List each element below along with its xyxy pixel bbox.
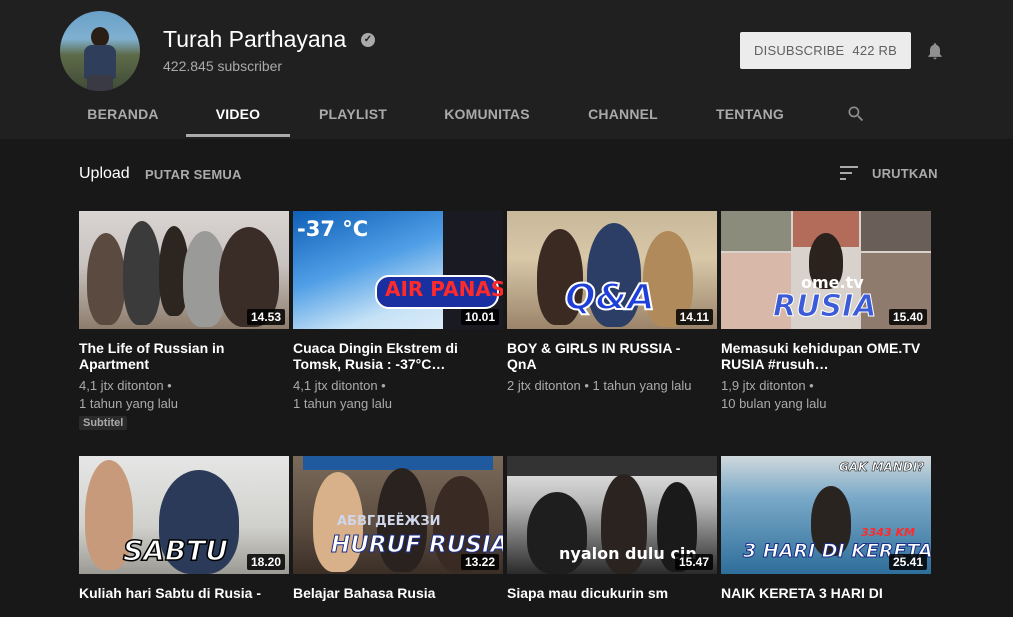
thumbnail-caption: SABTU [122, 533, 229, 568]
unsubscribe-button[interactable]: DISUBSCRIBE 422 RB [740, 32, 911, 69]
video-duration: 14.53 [246, 309, 285, 325]
video-thumbnail[interactable]: GAK MANDI? 3343 KM 3 HARI DI KERETA 25.4… [721, 456, 931, 574]
tab-tentang[interactable]: TENTANG [708, 96, 792, 139]
section-title-upload: Upload [79, 165, 130, 182]
subtitle-badge: Subtitel [79, 416, 128, 430]
video-card[interactable]: SABTU 18.20 Kuliah hari Sabtu di Rusia - [79, 456, 289, 617]
video-thumbnail[interactable]: nyalon dulu cin 15.47 [507, 456, 717, 574]
video-card[interactable]: ome.tv RUSIA 15.40 Memasuki kehidupan OM… [721, 211, 931, 413]
video-card[interactable]: GAK MANDI? 3343 KM 3 HARI DI KERETA 25.4… [721, 456, 931, 617]
tab-beranda[interactable]: BERANDA [79, 96, 167, 139]
video-age: 1 tahun yang lalu [293, 396, 393, 411]
video-age: 10 bulan yang lalu [721, 396, 827, 411]
video-thumbnail[interactable]: ome.tv RUSIA 15.40 [721, 211, 931, 329]
avatar-legs [87, 75, 113, 91]
video-duration: 25.41 [888, 554, 927, 570]
video-duration: 15.47 [674, 554, 713, 570]
video-views: 4,1 jtx ditonton • [79, 378, 172, 393]
video-duration: 18.20 [246, 554, 285, 570]
thumbnail-caption-distance: 3343 KM [861, 526, 915, 539]
thumbnail-caption: RUSIA [772, 289, 877, 325]
unsubscribe-label: DISUBSCRIBE [754, 43, 845, 58]
video-card[interactable]: АБВГДЕЁЖЗИ HURUF RUSIA 13.22 Belajar Bah… [293, 456, 503, 617]
video-thumbnail[interactable]: SABTU 18.20 [79, 456, 289, 574]
play-all-button[interactable]: PUTAR SEMUA [145, 167, 242, 182]
video-duration: 10.01 [460, 309, 499, 325]
video-views: 4,1 jtx ditonton • [293, 378, 386, 393]
sort-label: URUTKAN [872, 165, 938, 181]
unsubscribe-count: 422 RB [852, 43, 897, 58]
video-thumbnail[interactable]: АБВГДЕЁЖЗИ HURUF RUSIA 13.22 [293, 456, 503, 574]
video-views: 2 jtx ditonton • 1 tahun yang lalu [507, 378, 692, 393]
video-thumbnail[interactable]: -37 °C AIR PANAS 10.01 [293, 211, 503, 329]
thumbnail-caption-top: GAK MANDI? [839, 460, 925, 475]
thumbnail-caption-top: -37 °C [297, 217, 369, 241]
video-card[interactable]: Q&A 14.11 BOY & GIRLS IN RUSSIA - QnA 2 … [507, 211, 717, 395]
video-age: 1 tahun yang lalu [79, 396, 179, 411]
sort-button[interactable]: URUTKAN [840, 165, 938, 181]
video-duration: 14.11 [675, 309, 713, 325]
video-duration: 15.40 [888, 309, 927, 325]
channel-name: Turah Parthayana [163, 26, 347, 52]
tab-channel[interactable]: CHANNEL [579, 96, 667, 139]
video-card[interactable]: 14.53 The Life of Russian in Apartment 4… [79, 211, 289, 431]
tab-video[interactable]: VIDEO [186, 96, 290, 139]
video-thumbnail[interactable]: 14.53 [79, 211, 289, 329]
bell-icon[interactable] [925, 40, 945, 62]
channel-header: Turah Parthayana ✓ 422.845 subscriber DI… [0, 0, 1013, 139]
thumbnail-caption-top: АБВГДЕЁЖЗИ [337, 514, 441, 529]
video-thumbnail[interactable]: Q&A 14.11 [507, 211, 717, 329]
video-title[interactable]: BOY & GIRLS IN RUSSIA - QnA [507, 340, 712, 372]
tab-komunitas[interactable]: KOMUNITAS [436, 96, 538, 139]
video-duration: 13.22 [460, 554, 499, 570]
video-title[interactable]: Cuaca Dingin Ekstrem di Tomsk, Rusia : -… [293, 340, 498, 372]
video-title[interactable]: Kuliah hari Sabtu di Rusia - [79, 585, 284, 617]
video-title[interactable]: Belajar Bahasa Rusia [293, 585, 498, 617]
video-title[interactable]: Siapa mau dicukurin sm [507, 585, 712, 617]
video-title[interactable]: NAIK KERETA 3 HARI DI [721, 585, 926, 617]
video-title[interactable]: Memasuki kehidupan OME.TV RUSIA #rusuh… [721, 340, 926, 372]
thumbnail-caption: Q&A [564, 276, 656, 319]
avatar-head [91, 27, 109, 47]
verified-icon: ✓ [361, 33, 375, 47]
subscriber-count: 422.845 subscriber [163, 58, 283, 74]
avatar-body [84, 45, 116, 79]
video-title[interactable]: The Life of Russian in Apartment [79, 340, 284, 372]
tab-playlist[interactable]: PLAYLIST [310, 96, 396, 139]
thumbnail-caption: AIR PANAS [385, 277, 503, 301]
search-icon[interactable] [846, 104, 866, 124]
sort-icon [840, 166, 858, 180]
video-card[interactable]: -37 °C AIR PANAS 10.01 Cuaca Dingin Ekst… [293, 211, 503, 413]
video-views: 1,9 jtx ditonton • [721, 378, 814, 393]
video-card[interactable]: nyalon dulu cin 15.47 Siapa mau dicukuri… [507, 456, 717, 617]
channel-avatar[interactable] [60, 11, 140, 91]
